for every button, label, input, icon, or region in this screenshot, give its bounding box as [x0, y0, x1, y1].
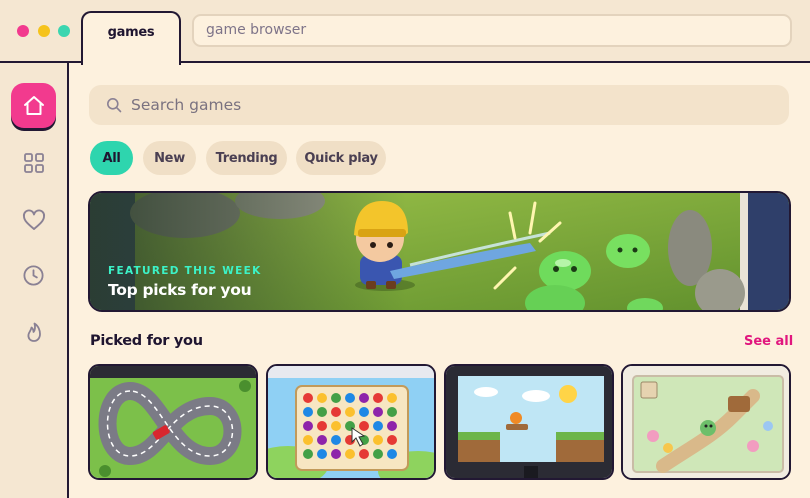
- sidebar: [0, 63, 69, 498]
- sidebar-item-home[interactable]: [11, 83, 56, 128]
- filter-chip-quick-play[interactable]: Quick play: [296, 141, 386, 175]
- filter-chip-all[interactable]: All: [90, 141, 133, 175]
- address-text: game browser: [206, 22, 307, 38]
- heart-icon: [22, 208, 45, 230]
- search-icon: [107, 98, 122, 113]
- game-card-platformer[interactable]: [444, 364, 614, 480]
- browser-tab[interactable]: games: [81, 11, 181, 65]
- filter-chip-new[interactable]: New: [143, 141, 196, 175]
- sidebar-item-favorites[interactable]: [11, 197, 56, 242]
- sidebar-item-hot[interactable]: [11, 309, 56, 354]
- filter-chip-trending[interactable]: Trending: [206, 141, 287, 175]
- game-card-garden-adventure[interactable]: [621, 364, 791, 480]
- window-titlebar: games game browser: [0, 0, 810, 65]
- platformer-thumbnail: [446, 366, 612, 478]
- search-input[interactable]: Search games: [131, 96, 241, 114]
- clock-icon: [23, 265, 44, 286]
- close-window-button[interactable]: [17, 25, 29, 37]
- match-three-thumbnail: [268, 366, 434, 478]
- address-bar[interactable]: game browser: [192, 14, 792, 47]
- garden-adventure-thumbnail: [623, 366, 789, 478]
- game-card-racing[interactable]: [88, 364, 258, 480]
- sidebar-item-recent[interactable]: [11, 253, 56, 298]
- maximize-window-button[interactable]: [58, 25, 70, 37]
- sidebar-item-browse[interactable]: [11, 140, 56, 185]
- section-title: Picked for you: [90, 333, 203, 349]
- tab-label: games: [107, 25, 155, 40]
- featured-banner[interactable]: FEATURED THIS WEEK Top picks for you: [88, 191, 791, 312]
- see-all-link[interactable]: See all: [744, 334, 793, 349]
- flame-icon: [27, 322, 41, 342]
- search-bar[interactable]: Search games: [89, 85, 789, 125]
- minimize-window-button[interactable]: [38, 25, 50, 37]
- featured-title: Top picks for you: [108, 281, 252, 299]
- racing-game-thumbnail: [90, 366, 256, 478]
- grid-icon: [23, 152, 44, 173]
- game-card-match-three[interactable]: [266, 364, 436, 480]
- home-icon: [23, 95, 44, 115]
- featured-kicker: FEATURED THIS WEEK: [108, 265, 262, 277]
